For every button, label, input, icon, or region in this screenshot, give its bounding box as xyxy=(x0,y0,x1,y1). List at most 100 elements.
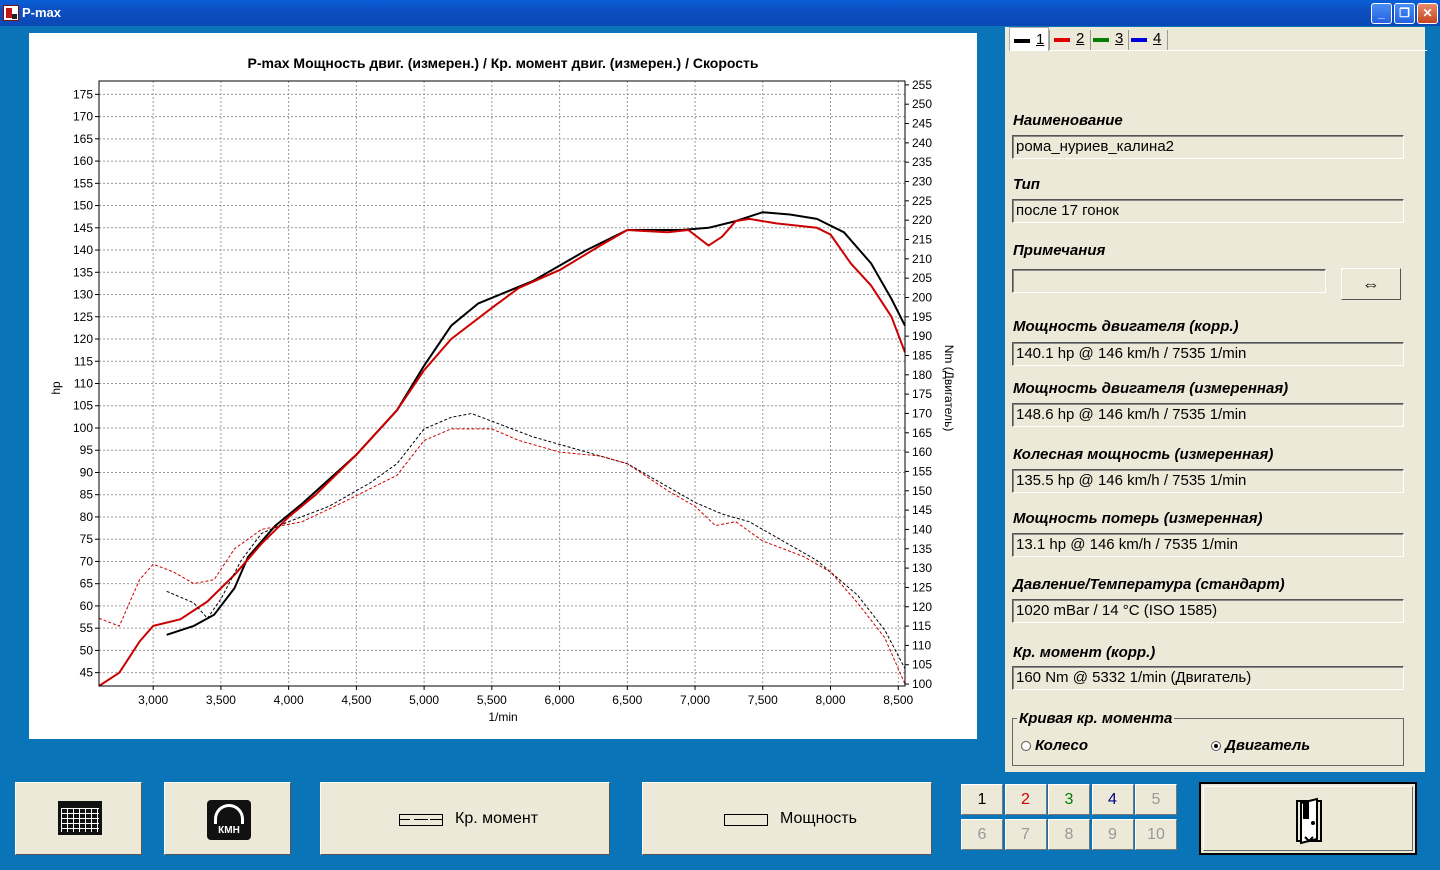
y2-tick-label: 190 xyxy=(912,329,932,343)
x-tick-label: 3,000 xyxy=(138,693,168,707)
notes-field[interactable] xyxy=(1012,269,1326,293)
y-tick-label: 80 xyxy=(80,510,94,524)
swap-button[interactable]: ⇔ xyxy=(1341,268,1401,300)
tab-label: 3 xyxy=(1115,30,1124,47)
minimize-button[interactable]: _ xyxy=(1371,3,1392,24)
y2-tick-label: 220 xyxy=(912,213,932,227)
x-tick-label: 7,500 xyxy=(748,693,778,707)
y-tick-label: 50 xyxy=(80,643,94,657)
speedometer-icon: КМН xyxy=(207,800,251,840)
engine-power-meas-field[interactable]: 148.6 hp @ 146 km/h / 7535 1/min xyxy=(1012,403,1404,427)
curve-number-grid: 1 2 3 4 5 6 7 8 9 10 xyxy=(961,784,1179,852)
pressure-temp-field[interactable]: 1020 mBar / 14 °C (ISO 1585) xyxy=(1012,599,1404,623)
radio-engine[interactable]: Двигатель xyxy=(1211,737,1310,754)
x-tick-label: 8,500 xyxy=(883,693,913,707)
y2-tick-label: 230 xyxy=(912,175,932,189)
speed-button[interactable]: КМН xyxy=(164,782,291,855)
y2-tick-label: 180 xyxy=(912,368,932,382)
y-tick-label: 115 xyxy=(74,354,93,368)
x-axis-label: 1/min xyxy=(488,710,517,724)
chart-title: P-max Мощность двиг. (измерен.) / Кр. мо… xyxy=(248,55,759,71)
y2-tick-label: 175 xyxy=(912,387,932,401)
y2-tick-label: 105 xyxy=(912,658,932,672)
radio-wheel-dot[interactable] xyxy=(1021,741,1031,751)
torque-button[interactable]: Кр. момент xyxy=(320,782,610,855)
y2-tick-label: 215 xyxy=(912,232,932,246)
name-label: Наименование xyxy=(1013,112,1123,129)
radio-wheel[interactable]: Колесо xyxy=(1021,737,1088,754)
engine-power-meas-label: Мощность двигателя (измеренная) xyxy=(1013,380,1289,397)
tab-3[interactable]: 3 xyxy=(1089,27,1129,51)
power-button[interactable]: Мощность xyxy=(642,782,932,855)
y-tick-label: 110 xyxy=(74,377,93,391)
x-tick-label: 8,000 xyxy=(815,693,845,707)
y-tick-label: 140 xyxy=(73,243,93,257)
power-curve-black xyxy=(166,211,906,636)
y-tick-label: 125 xyxy=(73,310,93,324)
curve-number-button-3[interactable]: 3 xyxy=(1048,784,1090,815)
y2-tick-label: 160 xyxy=(912,445,932,459)
curve-number-button-4[interactable]: 4 xyxy=(1091,784,1134,815)
y2-axis-label: Nm (Двигатель) xyxy=(942,345,956,432)
y2-tick-label: 240 xyxy=(912,136,932,150)
tab-swatch xyxy=(1093,38,1109,42)
y-tick-label: 150 xyxy=(73,199,93,213)
close-button[interactable]: ✕ xyxy=(1417,3,1438,24)
x-tick-label: 5,500 xyxy=(477,693,507,707)
y2-tick-label: 100 xyxy=(912,677,932,691)
y2-tick-label: 205 xyxy=(912,271,932,285)
tab-swatch xyxy=(1014,39,1030,43)
power-torque-chart: P-max Мощность двиг. (измерен.) / Кр. мо… xyxy=(49,55,956,724)
y2-tick-label: 200 xyxy=(912,290,932,304)
curve-number-button-8[interactable]: 8 xyxy=(1048,819,1090,850)
curve-number-button-9[interactable]: 9 xyxy=(1091,819,1134,850)
curve-tabs: 1 2 3 4 xyxy=(1007,27,1427,51)
tab-4[interactable]: 4 xyxy=(1127,27,1167,51)
y2-tick-label: 145 xyxy=(912,503,932,517)
power-curve-red xyxy=(98,217,906,687)
radio-engine-label: Двигатель xyxy=(1225,737,1311,754)
y2-tick-label: 210 xyxy=(912,252,932,266)
tab-2[interactable]: 2 xyxy=(1050,27,1090,51)
x-tick-label: 4,000 xyxy=(274,693,304,707)
curve-number-button-7[interactable]: 7 xyxy=(1004,819,1047,850)
torque-button-label: Кр. момент xyxy=(455,810,539,827)
y2-tick-label: 245 xyxy=(912,117,932,131)
engine-power-corr-field[interactable]: 140.1 hp @ 146 km/h / 7535 1/min xyxy=(1012,342,1404,366)
report-button[interactable] xyxy=(15,782,142,855)
power-button-label: Мощность xyxy=(780,810,857,827)
solid-line-icon xyxy=(724,814,768,826)
tab-swatch xyxy=(1054,38,1070,42)
name-field[interactable]: рома_нуриев_калина2 xyxy=(1012,135,1404,159)
torque-corr-label: Кр. момент (корр.) xyxy=(1013,644,1156,661)
app-icon[interactable] xyxy=(3,5,19,21)
wheel-power-field[interactable]: 135.5 hp @ 146 km/h / 7535 1/min xyxy=(1012,469,1404,493)
y-tick-label: 130 xyxy=(73,288,93,302)
y2-tick-label: 115 xyxy=(912,619,931,633)
engine-power-corr-label: Мощность двигателя (корр.) xyxy=(1013,318,1239,335)
curve-number-button-2[interactable]: 2 xyxy=(1004,784,1047,815)
y-tick-label: 170 xyxy=(73,110,93,124)
curve-number-button-6[interactable]: 6 xyxy=(961,819,1003,850)
tab-swatch xyxy=(1131,38,1147,42)
torque-corr-field[interactable]: 160 Nm @ 5332 1/min (Двигатель) xyxy=(1012,666,1404,690)
y-tick-label: 155 xyxy=(73,176,93,190)
tab-1[interactable]: 1 xyxy=(1009,27,1049,51)
radio-engine-dot[interactable] xyxy=(1211,741,1221,751)
maximize-button[interactable]: ❐ xyxy=(1394,3,1415,24)
exit-button[interactable] xyxy=(1199,782,1417,855)
loss-power-field[interactable]: 13.1 hp @ 146 km/h / 7535 1/min xyxy=(1012,533,1404,557)
y2-tick-label: 110 xyxy=(912,638,931,652)
y2-tick-label: 250 xyxy=(912,97,932,111)
y-tick-label: 135 xyxy=(73,265,93,279)
curve-number-button-10[interactable]: 10 xyxy=(1135,819,1177,850)
x-tick-label: 7,000 xyxy=(680,693,710,707)
y-tick-label: 145 xyxy=(73,221,93,235)
curve-number-button-5[interactable]: 5 xyxy=(1135,784,1177,815)
pressure-temp-label: Давление/Температура (стандарт) xyxy=(1013,576,1285,593)
chart-panel: P-max Мощность двиг. (измерен.) / Кр. мо… xyxy=(29,33,977,739)
y-tick-label: 105 xyxy=(73,399,93,413)
curve-number-button-1[interactable]: 1 xyxy=(961,784,1003,815)
y-tick-label: 70 xyxy=(80,554,94,568)
type-field[interactable]: после 17 гонок xyxy=(1012,199,1404,223)
